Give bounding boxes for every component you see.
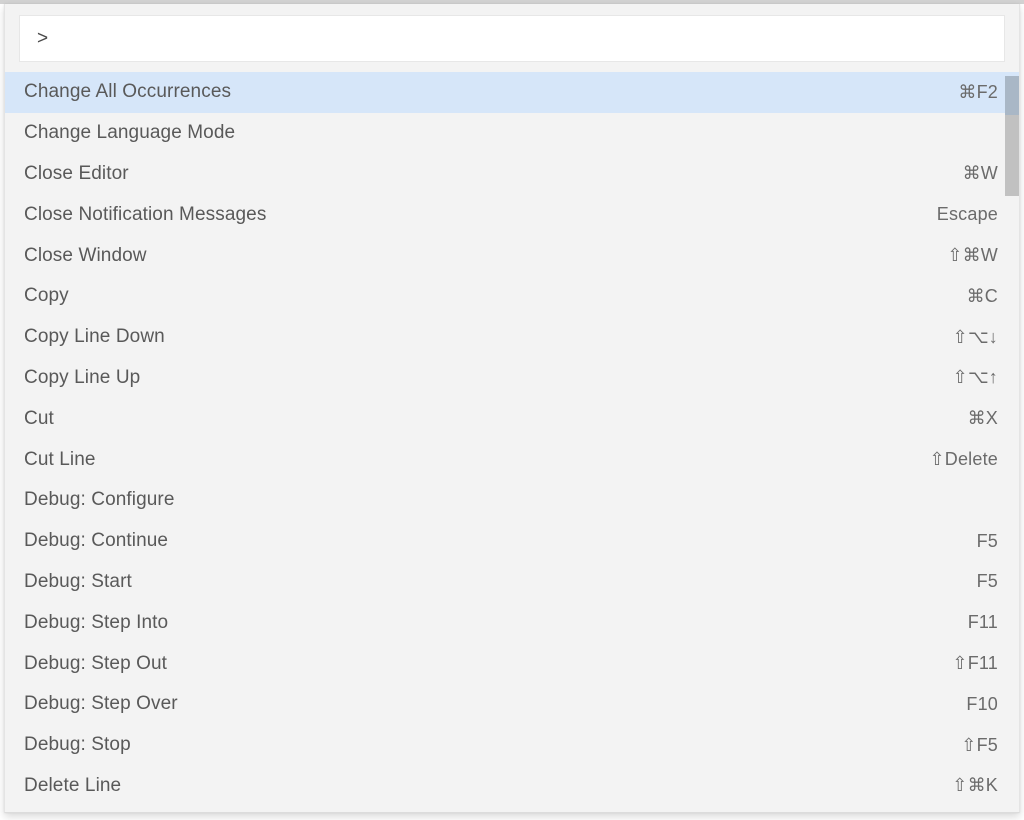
- command-input-row: [5, 15, 1019, 63]
- command-result-keybinding: ⌘F2: [958, 82, 1000, 103]
- command-result-row[interactable]: Debug: Stop ⇧F5: [5, 725, 1019, 766]
- command-result-row[interactable]: Cut ⌘X: [5, 398, 1019, 439]
- command-result-keybinding: Escape: [937, 204, 1000, 225]
- command-result-keybinding: ⇧⌥↑: [953, 367, 1000, 388]
- command-result-label: Close Window: [24, 245, 923, 267]
- command-result-label: Debug: Start: [24, 571, 953, 593]
- command-result-row[interactable]: Copy ⌘C: [5, 276, 1019, 317]
- command-result-label: Close Editor: [24, 163, 939, 185]
- command-result-label: Debug: Step Over: [24, 693, 942, 715]
- command-search-input[interactable]: [20, 16, 1004, 61]
- command-result-keybinding: F5: [977, 531, 1000, 552]
- command-result-label: Debug: Continue: [24, 530, 953, 552]
- command-input-container[interactable]: [19, 15, 1005, 62]
- command-result-row[interactable]: Delete Line ⇧⌘K: [5, 766, 1019, 807]
- command-result-row[interactable]: Change All Occurrences ⌘F2: [5, 72, 1019, 113]
- command-result-keybinding: ⇧F11: [952, 653, 1000, 674]
- command-result-row[interactable]: Cut Line ⇧Delete: [5, 439, 1019, 480]
- command-result-row[interactable]: Debug: Configure: [5, 480, 1019, 521]
- command-palette: Change All Occurrences ⌘F2 Change Language…: [4, 4, 1020, 813]
- command-result-row[interactable]: Close Window ⇧⌘W: [5, 235, 1019, 276]
- command-result-keybinding: ⌘X: [968, 408, 1000, 429]
- command-result-row[interactable]: Copy Line Up ⇧⌥↑: [5, 358, 1019, 399]
- command-result-label: Cut Line: [24, 449, 905, 471]
- command-result-keybinding: F11: [968, 612, 1000, 633]
- command-result-keybinding: ⇧⌘W: [947, 245, 1000, 266]
- command-result-row[interactable]: Change Language Mode: [5, 113, 1019, 154]
- results-scrollbar-track[interactable]: [1005, 72, 1019, 812]
- command-result-keybinding: ⇧Delete: [929, 449, 1000, 470]
- command-result-label: Change Language Mode: [24, 122, 974, 144]
- command-result-row[interactable]: Debug: Step Out ⇧F11: [5, 643, 1019, 684]
- command-result-row[interactable]: Debug: Continue F5: [5, 521, 1019, 562]
- command-result-keybinding: F10: [966, 694, 1000, 715]
- command-result-row[interactable]: Debug: Step Into F11: [5, 602, 1019, 643]
- command-result-label: Debug: Step Out: [24, 653, 928, 675]
- command-result-label: Debug: Stop: [24, 734, 937, 756]
- command-result-row[interactable]: Copy Line Down ⇧⌥↓: [5, 317, 1019, 358]
- command-result-row[interactable]: Close Notification Messages Escape: [5, 194, 1019, 235]
- command-result-label: Delete Line: [24, 775, 928, 797]
- command-result-label: Copy Line Up: [24, 367, 929, 389]
- command-result-label: Copy: [24, 285, 943, 307]
- command-result-label: Copy Line Down: [24, 326, 929, 348]
- command-result-keybinding: ⇧⌥↓: [953, 327, 1000, 348]
- command-result-row[interactable]: Debug: Step Over F10: [5, 684, 1019, 725]
- command-result-label: Debug: Step Into: [24, 612, 944, 634]
- command-result-keybinding: ⌘C: [967, 286, 1000, 307]
- command-result-keybinding: ⇧F5: [961, 735, 1000, 756]
- command-result-row[interactable]: Close Editor ⌘W: [5, 154, 1019, 195]
- command-result-label: Cut: [24, 408, 944, 430]
- command-result-keybinding: F5: [977, 571, 1000, 592]
- results-scrollbar-thumb[interactable]: [1005, 76, 1019, 196]
- command-result-label: Change All Occurrences: [24, 81, 934, 103]
- command-result-keybinding: ⇧⌘K: [952, 775, 1000, 796]
- command-result-label: Debug: Configure: [24, 489, 974, 511]
- command-result-row[interactable]: Debug: Start F5: [5, 562, 1019, 603]
- command-result-keybinding: ⌘W: [963, 163, 1000, 184]
- command-results-list[interactable]: Change All Occurrences ⌘F2 Change Language…: [5, 72, 1019, 812]
- command-result-label: Close Notification Messages: [24, 204, 913, 226]
